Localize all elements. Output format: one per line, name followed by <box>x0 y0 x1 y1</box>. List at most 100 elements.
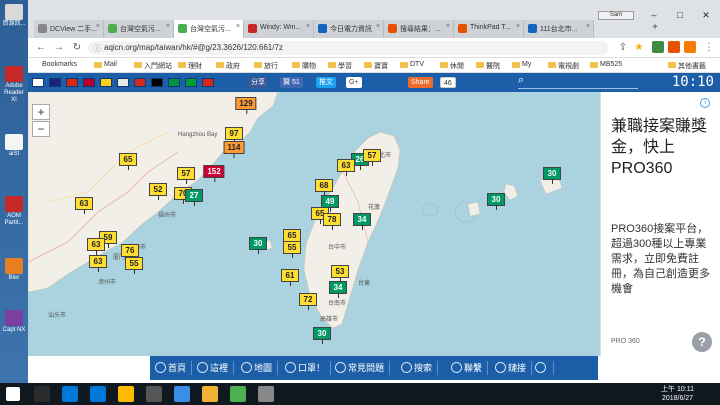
language-flag-icon[interactable] <box>134 78 146 87</box>
site-nav-faq[interactable]: 常見問題 <box>334 361 391 375</box>
ad-cta-button[interactable]: ? <box>692 332 712 352</box>
close-tab-icon[interactable]: × <box>516 23 520 30</box>
bookmark-folder[interactable]: 入門網站 <box>134 61 172 71</box>
facebook-share-button[interactable]: 分享 <box>248 77 268 88</box>
aqi-station-marker[interactable]: 30 <box>487 193 505 210</box>
browser-tab[interactable]: ThinkPad T... × <box>454 20 524 38</box>
bookmark-star-icon[interactable]: ★ <box>632 41 646 55</box>
close-window-button[interactable]: ✕ <box>696 9 716 21</box>
zoom-out-button[interactable]: − <box>32 121 50 137</box>
bookmark-folder[interactable]: 醫院 <box>476 61 500 71</box>
reload-button[interactable]: ↻ <box>70 41 84 55</box>
photos-icon[interactable] <box>202 386 218 402</box>
aqi-station-marker[interactable]: 114 <box>223 141 245 158</box>
site-nav-search[interactable]: 搜索 <box>400 361 439 375</box>
aqi-station-marker[interactable]: 78 <box>323 213 341 230</box>
extension-icon[interactable] <box>684 41 696 53</box>
aqi-station-marker[interactable]: 152 <box>203 165 225 182</box>
bookmarks-menu[interactable]: Bookmarks <box>32 61 77 68</box>
language-flag-icon[interactable] <box>49 78 61 87</box>
maximize-button[interactable]: □ <box>670 9 690 21</box>
desktop-icon-recycle-bin[interactable]: 資源回... <box>2 4 26 28</box>
bookmark-folder[interactable]: My <box>512 61 531 68</box>
new-tab-button[interactable]: + <box>648 22 662 34</box>
address-bar[interactable]: ⓘ aqicn.org/map/taiwan/hk/#@g/23.3626/12… <box>88 41 608 55</box>
close-tab-icon[interactable]: × <box>586 23 590 30</box>
close-tab-icon[interactable]: × <box>96 23 100 30</box>
share-button[interactable]: Share <box>408 77 433 88</box>
aqi-station-marker[interactable]: 63 <box>337 159 355 176</box>
aqi-station-marker[interactable]: 57 <box>363 149 381 166</box>
desktop-icon-aomei[interactable]: AOM Partit... <box>2 196 26 227</box>
aqi-station-marker[interactable]: 65 <box>119 153 137 170</box>
ad-headline[interactable]: 兼職接案賺獎金，快上PRO360 <box>611 116 711 179</box>
profile-button[interactable]: Sam <box>598 11 634 20</box>
task-view-icon[interactable] <box>62 386 78 402</box>
aqi-station-marker[interactable]: 53 <box>331 265 349 282</box>
bookmark-folder[interactable]: 學習 <box>328 61 352 71</box>
language-flag-icon[interactable] <box>100 78 112 87</box>
language-flag-icon[interactable] <box>32 78 44 87</box>
site-nav-settings[interactable] <box>534 361 554 375</box>
desktop-icon-capture-nx[interactable]: Capt NX <box>2 310 26 334</box>
aqi-station-marker[interactable]: 30 <box>543 167 561 184</box>
desktop-icon-blender[interactable]: Bler <box>2 258 26 282</box>
share-icon[interactable]: ⇪ <box>616 41 630 55</box>
close-tab-icon[interactable]: × <box>376 23 380 30</box>
edge-icon[interactable] <box>90 386 106 402</box>
close-tab-icon[interactable]: × <box>306 23 310 30</box>
language-flag-icon[interactable] <box>151 78 163 87</box>
aqi-map[interactable]: + − Hangzhou Bay福州市泉州市厦门市漳州市汕头市台北市台中市台南市… <box>28 92 600 356</box>
aqi-station-marker[interactable]: 52 <box>149 183 167 200</box>
site-nav-contact[interactable]: 聯繫 <box>450 361 489 375</box>
site-nav-map[interactable]: 地圖 <box>240 361 279 375</box>
aqi-station-marker[interactable]: 61 <box>281 269 299 286</box>
zoom-in-button[interactable]: + <box>32 104 50 120</box>
back-button[interactable]: ← <box>34 41 48 55</box>
bookmark-folder[interactable]: Mail <box>94 61 117 68</box>
language-flag-icon[interactable] <box>202 78 214 87</box>
bookmark-folder[interactable]: 理財 <box>178 61 202 71</box>
bookmark-folder[interactable]: 購物 <box>292 61 316 71</box>
language-flag-icon[interactable] <box>168 78 180 87</box>
bookmark-folder[interactable]: 政府 <box>216 61 240 71</box>
aqi-station-marker[interactable]: 97 <box>225 127 243 144</box>
bookmark-folder[interactable]: DTV <box>400 61 424 68</box>
aqi-station-marker[interactable]: 76 <box>121 244 139 261</box>
browser-tab[interactable]: Windy: Win... × <box>244 20 314 38</box>
site-nav-home[interactable]: 首頁 <box>154 361 193 375</box>
start-button-icon[interactable] <box>6 387 20 401</box>
facebook-like-button[interactable]: 贊 51 <box>280 77 303 88</box>
bookmark-folder[interactable]: 休閒 <box>440 61 464 71</box>
aqi-station-marker[interactable]: 129 <box>235 97 257 114</box>
aqi-station-marker[interactable]: 55 <box>125 257 143 274</box>
close-tab-icon[interactable]: × <box>236 23 240 30</box>
browser-tab[interactable]: 111台北市... × <box>524 20 594 38</box>
minimize-button[interactable]: – <box>644 9 664 21</box>
aqi-station-marker[interactable]: 63 <box>89 255 107 272</box>
browser-tab[interactable]: DCView 二手... × <box>34 20 104 38</box>
ad-panel[interactable]: i 兼職接案賺獎金，快上PRO360 PRO360接案平台，超過300種以上專業… <box>600 92 720 356</box>
aqi-station-marker[interactable]: 68 <box>315 179 333 196</box>
browser-tab[interactable]: 台灣空氣污... × <box>104 20 174 38</box>
chrome-icon[interactable] <box>230 386 246 402</box>
bookmark-folder[interactable]: 其他書籤 <box>668 61 706 71</box>
aqi-station-marker[interactable]: 57 <box>177 167 195 184</box>
bookmark-folder[interactable]: 寶寶 <box>364 61 388 71</box>
taskbar-clock[interactable]: 上午 10:11 2018/6/27 <box>661 385 694 403</box>
extension-icon[interactable] <box>668 41 680 53</box>
menu-icon[interactable]: ⋮ <box>702 41 716 55</box>
language-flag-icon[interactable] <box>117 78 129 87</box>
bookmark-folder[interactable]: 旅行 <box>254 61 278 71</box>
site-nav-location[interactable]: 這裡 <box>196 361 235 375</box>
desktop-icon-adobe-reader[interactable]: Adobe Reader XI <box>2 66 26 104</box>
aqi-station-marker[interactable]: 27 <box>185 189 203 206</box>
site-search-input[interactable]: ⌕ <box>518 74 638 89</box>
file-explorer-icon[interactable] <box>118 386 134 402</box>
aqi-station-marker[interactable]: 34 <box>353 213 371 230</box>
aqi-station-marker[interactable]: 72 <box>299 293 317 310</box>
aqi-station-marker[interactable]: 30 <box>249 237 267 254</box>
browser-tab[interactable]: 今日電力資訊 × <box>314 20 384 38</box>
site-nav-mask[interactable]: 口罩！ <box>284 361 332 375</box>
ad-info-icon[interactable]: i <box>700 98 710 108</box>
